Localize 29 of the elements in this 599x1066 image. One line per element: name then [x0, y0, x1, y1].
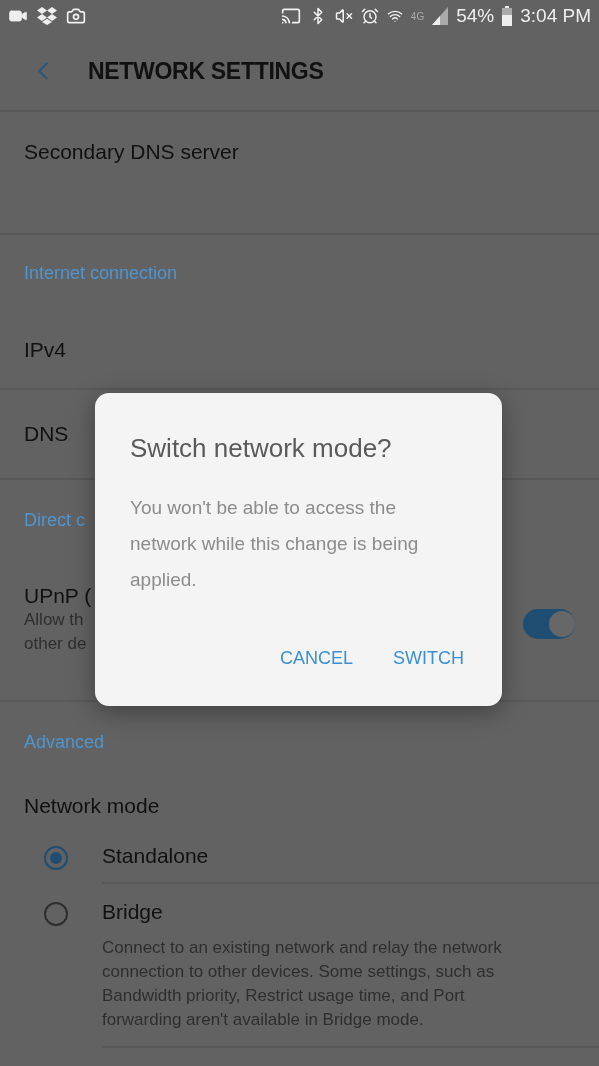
- battery-icon: [502, 6, 513, 26]
- section-header: Advanced: [24, 732, 105, 753]
- radio-button[interactable]: [44, 846, 68, 870]
- dialog-message: You won't be able to access the network while this change is being applied.: [130, 496, 420, 592]
- battery-percent: 54%: [456, 5, 495, 27]
- section-header: Direct c: [24, 510, 85, 531]
- dropbox-icon: [36, 6, 58, 26]
- alarm-clock-icon: [360, 7, 379, 25]
- toolbar-title: NETWORK SETTINGS: [88, 57, 324, 85]
- dialog-button[interactable]: CANCEL: [271, 644, 361, 673]
- setting-title[interactable]: UPnP (: [24, 584, 92, 608]
- clock-time: 3:04 PM: [520, 5, 591, 27]
- option-label[interactable]: Bridge: [102, 900, 163, 923]
- signal-icon: [432, 7, 449, 25]
- setting-title: Network mode: [24, 794, 160, 818]
- camera-icon: [66, 6, 86, 26]
- wifi-icon: [386, 8, 403, 24]
- setting-title[interactable]: IPv4: [24, 338, 67, 362]
- radio-button[interactable]: [44, 902, 68, 926]
- toggle-switch[interactable]: [523, 609, 575, 639]
- cast-icon: [280, 6, 301, 26]
- option-label[interactable]: Standalone: [102, 844, 209, 867]
- setting-title[interactable]: DNS: [24, 422, 69, 446]
- network-type: 4G: [410, 10, 425, 22]
- setting-title[interactable]: Secondary DNS server: [24, 140, 239, 164]
- mute-icon: [334, 7, 353, 25]
- section-header: Internet connection: [24, 263, 178, 284]
- dialog-title: Switch network mode?: [130, 433, 392, 464]
- dialog-button[interactable]: SWITCH: [385, 644, 472, 673]
